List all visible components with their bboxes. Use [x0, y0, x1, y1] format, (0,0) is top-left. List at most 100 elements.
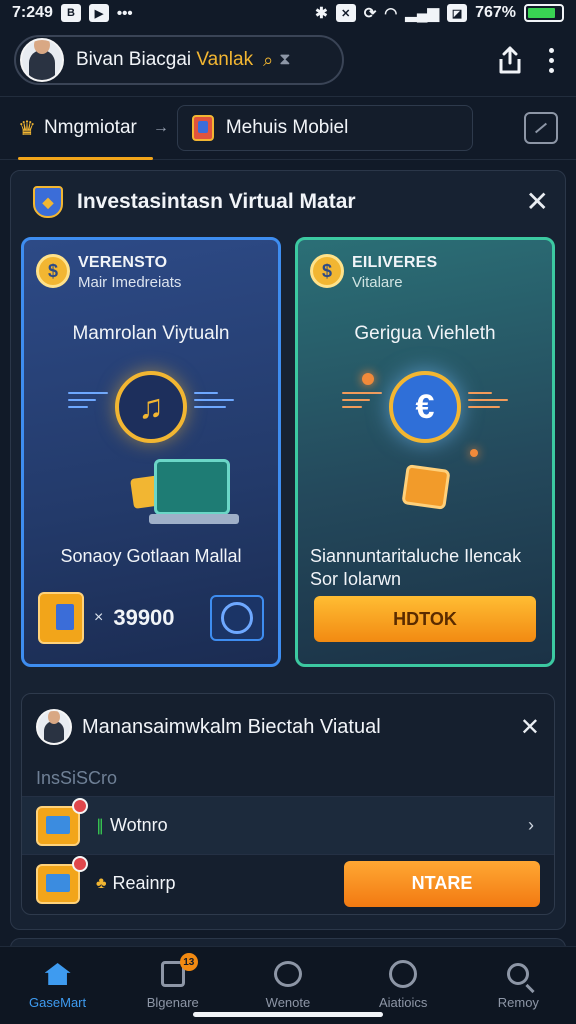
card-illustration: €: [298, 359, 552, 539]
notification-play-icon: ▶: [88, 4, 109, 22]
search-icon: [503, 959, 533, 989]
tab-mobile[interactable]: Mehuis Mobiel: [176, 105, 473, 151]
nav-label: Blgenare: [146, 995, 199, 1010]
share-icon[interactable]: [497, 45, 523, 75]
crown-icon: ♛: [18, 117, 36, 140]
notification-badge: [72, 855, 88, 872]
compass-icon: [388, 959, 418, 989]
nav-item-search[interactable]: Remoy: [463, 959, 573, 1010]
card-kicker-sub: Vitalare: [352, 274, 403, 291]
app-icon-wrap: [36, 855, 88, 904]
nav-item-calendar[interactable]: 13 Blgenare: [118, 953, 228, 1010]
card-kicker: VERENSTO: [78, 254, 168, 271]
product-box-icon: [38, 592, 84, 644]
signal-icon: ▂▄▆: [405, 5, 440, 22]
user-name-primary: Bivan Biacgai: [76, 49, 192, 70]
currency-coin-icon: €: [389, 371, 461, 443]
offer-card-right[interactable]: $ EILIVERES Vitalare Gerigua Viehleth € …: [295, 237, 555, 667]
app-icon-wrap: [36, 797, 88, 846]
battery-percent: 767%: [475, 4, 516, 21]
card-title: Gerigua Viehleth: [354, 323, 496, 344]
price-prefix: ×: [94, 609, 104, 626]
coin-icon: $: [36, 254, 70, 288]
nav-item-notes[interactable]: Wenote: [233, 959, 343, 1010]
chevron-right-icon[interactable]: ›: [528, 815, 540, 836]
tab-active-label: Nmgmiotar: [43, 117, 137, 138]
profile-search-bar[interactable]: Bivan Biacgai Vanlak ⌕ ⧗: [14, 35, 344, 85]
glow-dot: [362, 373, 374, 385]
close-icon[interactable]: ✕: [526, 188, 549, 216]
nav-item-analytics[interactable]: Aiatioics: [348, 959, 458, 1010]
close-icon[interactable]: ✕: [520, 713, 540, 742]
rays-decoration: [342, 387, 382, 427]
battery-fill: [528, 8, 556, 18]
list-item-label: Reainrp: [112, 873, 176, 893]
list-item[interactable]: ♣ Reainrp NTARE: [22, 854, 554, 912]
card-kicker-sub: Mair Imedreiats: [78, 274, 182, 291]
glow-dot: [470, 449, 478, 457]
avatar[interactable]: [20, 38, 64, 82]
tabs-row: ♛ Nmgmiotar → Mehuis Mobiel: [0, 96, 576, 160]
nav-item-home[interactable]: GaseMart: [3, 959, 113, 1010]
offer-card-left[interactable]: $ VERENSTO Mair Imedreiats Mamrolan Viyt…: [21, 237, 281, 667]
nav-label: Wenote: [265, 995, 311, 1010]
bluetooth-icon: ✱: [315, 5, 328, 22]
music-coin-icon: ♫: [115, 371, 187, 443]
wifi-icon: ◠: [384, 5, 398, 22]
signal-bars-icon: ∥: [96, 817, 104, 835]
shield-icon: ◆: [33, 186, 63, 218]
user-name: Bivan Biacgai Vanlak: [76, 49, 253, 71]
notification-badge: [72, 797, 88, 814]
card-kicker: EILIVERES: [352, 254, 438, 271]
nav-label: GaseMart: [29, 995, 87, 1010]
list-item[interactable]: ∥ Wotnro ›: [22, 796, 554, 854]
reward-icon: ♣: [96, 874, 107, 892]
more-vert-icon[interactable]: [549, 47, 554, 73]
panel-title: Investasintasn Virtual Matar: [77, 190, 356, 213]
arrow-right-icon: →: [152, 119, 169, 136]
list-item-label: Wotnro: [110, 815, 168, 835]
home-indicator[interactable]: [193, 1012, 383, 1017]
user-name-accent: Vanlak: [196, 49, 254, 70]
section-label: InsSiSCro: [36, 767, 118, 788]
nav-badge: 13: [179, 953, 198, 971]
nav-label: Remoy: [497, 995, 539, 1010]
home-icon: [43, 959, 73, 989]
rays-decoration: [68, 387, 108, 427]
card-caption: Siannuntaritaluche Ilencak Sor Iolarwn: [310, 546, 522, 590]
hexagon-icon: [273, 959, 303, 989]
investment-panel: ◆ Investasintasn Virtual Matar ✕ $ VEREN…: [10, 170, 566, 930]
panel-header: ◆ Investasintasn Virtual Matar ✕: [11, 171, 565, 233]
tab-mobile-label: Mehuis Mobiel: [225, 117, 349, 138]
action-button[interactable]: NTARE: [344, 860, 540, 907]
tab-active[interactable]: ♛ Nmgmiotar: [18, 97, 153, 160]
card-title: Mamrolan Viytualn: [72, 323, 230, 344]
avatar: [36, 709, 72, 745]
laptop-icon: [149, 459, 239, 524]
app-header: Bivan Biacgai Vanlak ⌕ ⧗: [0, 28, 576, 92]
hourglass-icon: ⧗: [279, 51, 291, 68]
virtual-items-section: Manansaimwkalm Biectah Viatual ✕ InsSiSC…: [21, 693, 555, 915]
rays-decoration: [194, 387, 234, 427]
coin-icon: $: [310, 254, 344, 288]
gem-cube-icon: [401, 464, 451, 510]
search-icon[interactable]: ⌕: [263, 50, 273, 71]
nav-label: Aiatioics: [378, 995, 428, 1010]
more-notifications-icon: •••: [116, 4, 133, 22]
section-title: Manansaimwkalm Biectah Viatual: [82, 715, 381, 738]
status-bar: 7:249 B ▶ ••• ✱ ✕ ⟳ ◠ ▂▄▆ ◪ 767%: [0, 0, 576, 26]
card-caption: Sonaoy Gotlaan Mallal: [60, 546, 242, 566]
rays-decoration: [468, 387, 508, 427]
chat-edit-icon[interactable]: [524, 112, 558, 144]
globe-icon: [210, 595, 264, 641]
mobile-icon: [191, 115, 214, 141]
buy-button[interactable]: HDTOK: [314, 596, 536, 642]
price-row: × 39900: [38, 592, 264, 644]
calendar-icon: 13: [158, 953, 198, 989]
price-value: 39900: [113, 605, 175, 630]
sync-icon: ⟳: [363, 5, 377, 22]
data-saver-icon: ◪: [447, 4, 468, 22]
mute-icon: ✕: [335, 4, 356, 22]
card-illustration: ♫: [24, 359, 278, 539]
notification-b-icon: B: [60, 4, 81, 22]
